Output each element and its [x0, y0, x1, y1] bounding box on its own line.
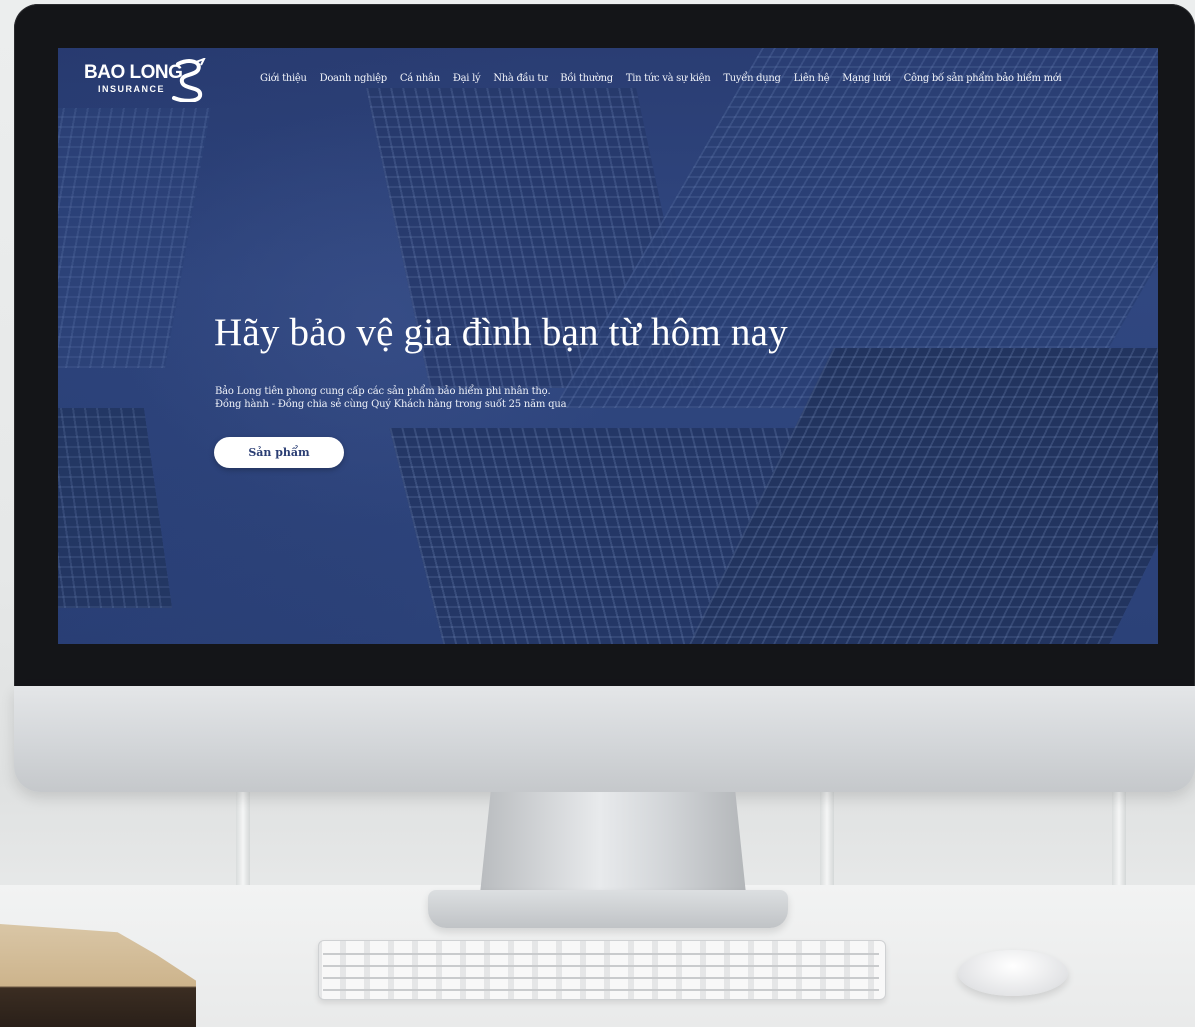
logo-subtitle: INSURANCE: [98, 84, 166, 94]
nav-item-boi-thuong[interactable]: Bồi thường: [560, 73, 613, 84]
monitor-stand-base: [428, 890, 788, 928]
nav-item-mang-luoi[interactable]: Mạng lưới: [842, 73, 891, 84]
nav-item-tin-tuc[interactable]: Tin tức và sự kiện: [626, 73, 711, 84]
nav-item-doanh-nghiep[interactable]: Doanh nghiệp: [320, 73, 388, 84]
key-row: [323, 965, 879, 967]
hero-description-line: Đồng hành - Đồng chia sẻ cùng Quý Khách …: [215, 399, 567, 410]
key-row: [323, 989, 879, 991]
nav-item-nha-dau-tu[interactable]: Nhà đầu tư: [493, 73, 547, 84]
nav-item-gioi-thieu[interactable]: Giới thiệu: [260, 73, 307, 84]
keyboard: [318, 940, 886, 1000]
wall-panel: [820, 780, 834, 890]
site-header: BAO LONG INSURANCE Giới thiệu Doanh nghi…: [58, 48, 1158, 114]
nav-item-lien-he[interactable]: Liên hệ: [794, 73, 830, 84]
wall-panel: [1112, 780, 1126, 890]
nav-item-ca-nhan[interactable]: Cá nhân: [400, 73, 440, 84]
monitor-stand: [480, 792, 746, 894]
mouse: [958, 950, 1068, 996]
key-row: [323, 977, 879, 979]
bao-long-logo[interactable]: BAO LONG INSURANCE: [84, 58, 206, 108]
nav-item-cong-bo-san-pham[interactable]: Công bố sản phẩm bảo hiểm mới: [904, 73, 1062, 84]
nav-item-dai-ly[interactable]: Đại lý: [453, 73, 481, 84]
website-screen: BAO LONG INSURANCE Giới thiệu Doanh nghi…: [58, 48, 1158, 644]
monitor-chin: [14, 686, 1195, 792]
nav-item-tuyen-dung[interactable]: Tuyển dụng: [723, 73, 781, 84]
products-button[interactable]: Sản phẩm: [214, 437, 344, 468]
key-row: [323, 953, 879, 955]
hero-title: Hãy bảo vệ gia đình bạn từ hôm nay: [214, 311, 788, 354]
main-nav: Giới thiệu Doanh nghiệp Cá nhân Đại lý N…: [260, 73, 1062, 84]
wall-panel: [236, 780, 250, 890]
hero-description-line: Bảo Long tiên phong cung cấp các sản phẩ…: [215, 386, 551, 397]
dragon-icon: [172, 58, 206, 102]
